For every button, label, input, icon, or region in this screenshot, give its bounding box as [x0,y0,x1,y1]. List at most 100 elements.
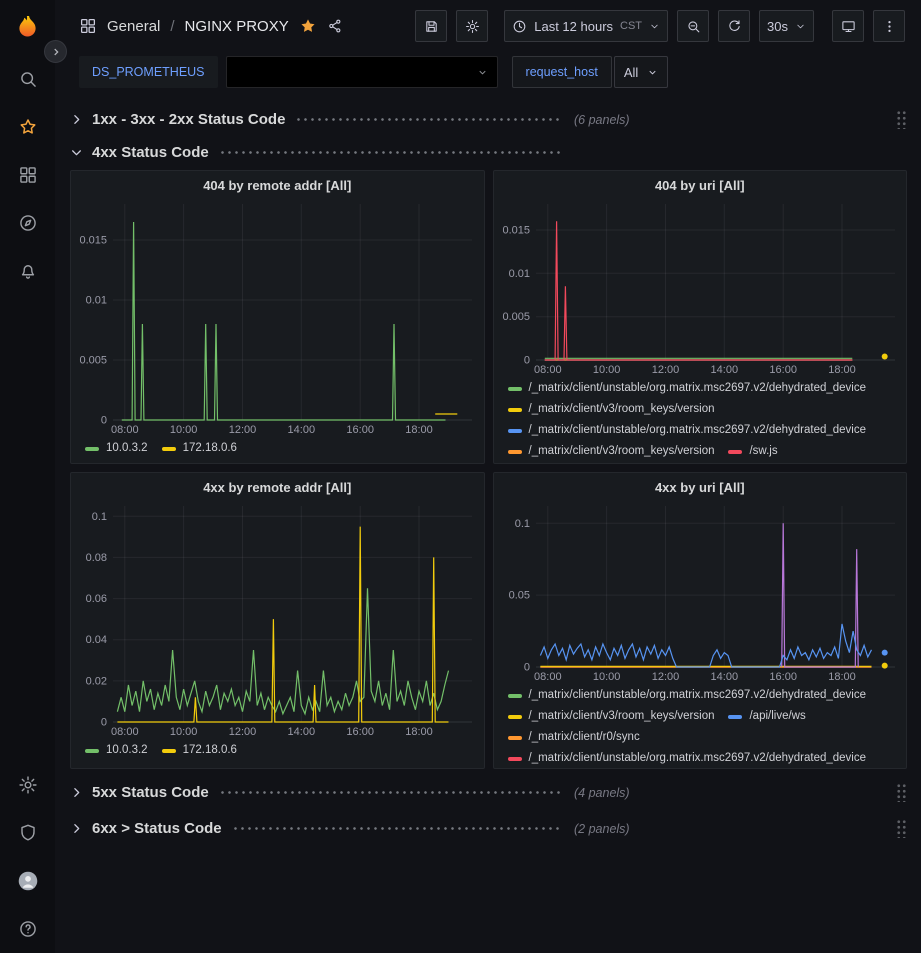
chart-area[interactable]: 08:0010:0012:0014:0016:0018:0000.050.1 [494,498,907,683]
refresh-icon [727,19,742,34]
dotted-leader [232,821,560,836]
svg-text:0.015: 0.015 [502,225,530,237]
legend-item[interactable]: /_matrix/client/v3/room_keys/version [508,402,715,417]
save-dashboard-button[interactable] [415,10,447,42]
zoom-out-button[interactable] [677,10,709,42]
row-drag-handle[interactable] [896,819,907,838]
navbar-actions: Last 12 hours CST 30s [415,10,905,42]
row-header-1xx-3xx-2xx[interactable]: 1xx - 3xx - 2xx Status Code (6 panels) [70,106,907,133]
tv-mode-button[interactable] [832,10,864,42]
legend-swatch [508,694,522,698]
refresh-interval-dropdown[interactable]: 30s [759,10,814,42]
legend-item[interactable]: 10.0.3.2 [85,743,148,758]
panel-4: 4xx by uri [All]08:0010:0012:0014:0016:0… [493,472,908,769]
svg-text:0.02: 0.02 [86,675,107,687]
svg-text:0: 0 [101,717,107,729]
legend-label: /_matrix/client/unstable/org.matrix.msc2… [529,751,867,766]
panel-title[interactable]: 4xx by uri [All] [494,473,907,498]
sidebar-item-server-admin[interactable] [0,809,55,857]
breadcrumb-title[interactable]: NGINX PROXY [185,18,289,35]
row-drag-handle[interactable] [896,110,907,129]
request-host-variable-label[interactable]: request_host [512,56,612,88]
sidebar-item-alerting[interactable] [0,247,55,295]
panel-title[interactable]: 404 by remote addr [All] [71,171,484,196]
breadcrumb: General / NGINX PROXY [79,17,343,35]
svg-text:14:00: 14:00 [710,671,738,683]
panel-title[interactable]: 404 by uri [All] [494,171,907,196]
line-chart: 08:0010:0012:0014:0016:0018:0000.0050.01… [71,196,484,436]
legend-item[interactable]: 10.0.3.2 [85,441,148,456]
chart-area[interactable]: 08:0010:0012:0014:0016:0018:0000.0050.01… [494,196,907,376]
row-header-4xx[interactable]: 4xx Status Code [70,139,907,166]
chart-area[interactable]: 08:0010:0012:0014:0016:0018:0000.0050.01… [71,196,484,436]
legend-item[interactable]: 172.18.0.6 [162,441,237,456]
gear-icon [465,19,480,34]
svg-text:0: 0 [101,415,107,427]
breadcrumb-section[interactable]: General [107,18,160,35]
sidebar-item-profile[interactable] [0,857,55,905]
legend-item[interactable]: /api/live/ws [728,709,805,724]
row-title: 4xx Status Code [92,144,209,161]
legend-item[interactable]: /sw.js [728,444,777,459]
sidebar-item-settings[interactable] [0,761,55,809]
grafana-flame-icon [14,14,41,41]
datasource-variable-select[interactable] [226,56,498,88]
legend-item[interactable]: /_matrix/client/v3/room_keys/version [508,444,715,459]
svg-text:16:00: 16:00 [769,671,797,683]
request-host-variable-select[interactable]: All [614,56,668,88]
legend-item[interactable]: /_matrix/client/unstable/org.matrix.msc2… [508,381,867,396]
chevron-down-icon [647,67,658,78]
chevron-right-icon [70,113,92,126]
refresh-button[interactable] [718,10,750,42]
legend-item[interactable]: 172.18.0.6 [162,743,237,758]
legend-label: /_matrix/client/unstable/org.matrix.msc2… [529,381,867,396]
sidebar-bottom-section [0,761,55,953]
time-range-picker[interactable]: Last 12 hours CST [504,10,668,42]
sidebar-item-starred[interactable] [0,103,55,151]
legend-swatch [508,715,522,719]
dashboard-settings-button[interactable] [456,10,488,42]
legend-item[interactable]: /_matrix/client/unstable/org.matrix.msc2… [508,423,867,438]
chevron-down-icon [70,146,92,159]
svg-text:08:00: 08:00 [534,671,562,683]
dashboard-canvas: 1xx - 3xx - 2xx Status Code (6 panels) 4… [55,98,921,953]
more-options-button[interactable] [873,10,905,42]
favorite-star-icon[interactable] [299,17,317,35]
chevron-right-icon [51,47,61,57]
sidebar-item-explore[interactable] [0,199,55,247]
legend-item[interactable]: /_matrix/client/v3/room_keys/version [508,709,715,724]
save-icon [424,19,439,34]
legend-swatch [85,749,99,753]
sidebar-item-dashboards[interactable] [0,151,55,199]
datasource-variable-label[interactable]: DS_PROMETHEUS [79,56,218,88]
svg-text:0: 0 [523,662,529,674]
svg-text:14:00: 14:00 [288,424,316,436]
share-icon[interactable] [327,18,343,34]
svg-text:0.005: 0.005 [502,311,530,323]
row-header-6xx[interactable]: 6xx > Status Code (2 panels) [70,815,907,842]
row-title: 5xx Status Code [92,784,209,801]
legend-swatch [85,447,99,451]
user-avatar [18,871,38,891]
sidebar-toggle-button[interactable] [44,40,67,63]
svg-text:18:00: 18:00 [405,424,433,436]
panel-title[interactable]: 4xx by remote addr [All] [71,473,484,498]
panel-2: 404 by uri [All]08:0010:0012:0014:0016:0… [493,170,908,464]
row-header-5xx[interactable]: 5xx Status Code (4 panels) [70,779,907,806]
legend-item[interactable]: /_matrix/client/unstable/org.matrix.msc2… [508,751,867,766]
sidebar-item-search[interactable] [0,55,55,103]
legend-label: /sw.js [749,444,777,459]
legend-item[interactable]: /_matrix/client/unstable/org.matrix.msc2… [508,688,867,703]
svg-text:0.015: 0.015 [79,235,107,247]
legend-label: 172.18.0.6 [183,441,237,456]
star-icon [18,117,38,137]
legend-item[interactable]: /_matrix/client/r0/sync [508,730,640,745]
legend-label: /api/live/ws [749,709,805,724]
row-drag-handle[interactable] [896,783,907,802]
sidebar-item-help[interactable] [0,905,55,953]
svg-text:14:00: 14:00 [710,364,738,376]
svg-text:10:00: 10:00 [592,364,620,376]
legend-label: /_matrix/client/v3/room_keys/version [529,444,715,459]
svg-text:0.01: 0.01 [508,268,529,280]
chart-area[interactable]: 08:0010:0012:0014:0016:0018:0000.020.040… [71,498,484,738]
